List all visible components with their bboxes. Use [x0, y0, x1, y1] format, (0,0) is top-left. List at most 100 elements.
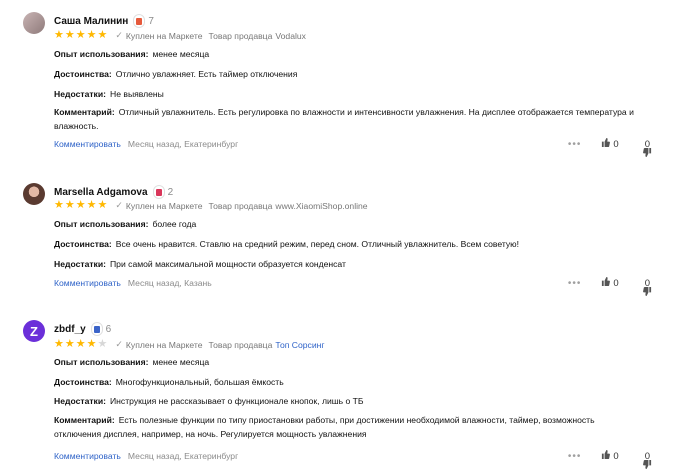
- verified-purchase-label: Куплен на Маркете: [125, 30, 203, 41]
- field-value: менее месяца: [152, 357, 210, 367]
- author-review-count: 6: [105, 323, 112, 335]
- field-value: При самой максимальной мощности образует…: [110, 259, 346, 269]
- verified-purchase-icon: ✓: [115, 30, 123, 40]
- field-value: Все очень нравится. Ставлю на средний ре…: [115, 239, 520, 249]
- author-name[interactable]: Саша Малинин: [54, 16, 128, 27]
- seller-name: www.XiaomiShop.online: [275, 200, 368, 211]
- thumbs-up-icon: [601, 277, 611, 289]
- like-button[interactable]: 0: [601, 277, 619, 289]
- badge-icon: [155, 188, 162, 196]
- review-field: Недостатки: Инструкция не рассказывает о …: [54, 394, 644, 408]
- comment-button[interactable]: Комментировать: [54, 451, 121, 461]
- review-actions: Комментировать Месяц назад, Казань ••• 0…: [54, 277, 651, 296]
- author-level-badge: [133, 14, 146, 28]
- verified-purchase-icon: ✓: [115, 339, 123, 349]
- vote-controls: ••• 0 0: [568, 277, 651, 296]
- field-label: Недостатки:: [54, 89, 106, 99]
- thumbs-down-icon: [633, 277, 651, 296]
- field-label: Недостатки:: [54, 396, 106, 406]
- author-name[interactable]: Marsella Adgamova: [54, 187, 148, 198]
- review-field: Опыт использования: более года: [54, 217, 644, 231]
- vote-controls: ••• 0 0: [568, 138, 651, 157]
- star-icon: ★: [75, 29, 86, 41]
- badge-icon: [136, 17, 143, 25]
- dislike-button[interactable]: 0: [633, 138, 651, 157]
- field-value: Инструкция не рассказывает о функционале…: [110, 396, 364, 406]
- field-value: Многофункциональный, большая ёмкость: [115, 377, 284, 387]
- avatar[interactable]: [23, 183, 45, 205]
- review-field: Недостатки: Не выявлены: [54, 87, 644, 101]
- star-icon: ★: [75, 338, 86, 350]
- author-level-badge: [152, 185, 165, 199]
- rating-stars: ★ ★ ★ ★ ★: [54, 339, 107, 350]
- field-value: Есть полезные функции по типу приостанов…: [54, 415, 595, 439]
- thumbs-up-icon: [601, 138, 611, 150]
- star-icon: ★: [75, 199, 86, 211]
- field-label: Достоинства:: [54, 69, 112, 79]
- review-meta-row: ★ ★ ★ ★ ★ ✓ Куплен на Маркете Товар продавца…: [54, 200, 368, 211]
- verified-purchase-icon: ✓: [115, 200, 123, 210]
- rating-stars: ★ ★ ★ ★ ★: [54, 200, 107, 211]
- star-icon: ★: [64, 338, 75, 350]
- review-field: Достоинства: Все очень нравится. Ставлю н…: [54, 237, 644, 251]
- star-icon: ★: [86, 199, 97, 211]
- author-review-count: 7: [148, 15, 154, 27]
- field-label: Опыт использования:: [54, 357, 149, 367]
- star-icon: ★: [86, 29, 97, 41]
- star-icon: ★: [64, 199, 75, 211]
- review-meta-row: ★ ★ ★ ★ ★ ✓ Куплен на Маркете Товар продавца…: [54, 30, 306, 41]
- more-options-icon[interactable]: •••: [568, 139, 582, 150]
- author-name[interactable]: zbdf_y: [54, 324, 86, 335]
- dislike-button[interactable]: 0: [633, 277, 651, 296]
- seller-label: Товар продавца: [208, 30, 273, 41]
- field-label: Достоинства:: [54, 377, 112, 387]
- review-actions: Комментировать Месяц назад, Екатеринбург…: [54, 450, 651, 469]
- review-field: Опыт использования: менее месяца: [54, 355, 644, 369]
- field-value: более года: [152, 219, 197, 229]
- verified-purchase-label: Куплен на Маркете: [125, 339, 203, 350]
- rating-stars: ★ ★ ★ ★ ★: [54, 30, 107, 41]
- review-header: zbdf_y 6: [54, 322, 111, 336]
- author-level-badge: [90, 322, 103, 336]
- review-field: Комментарий: Есть полезные функции по тип…: [54, 413, 644, 441]
- seller-label: Товар продавца: [208, 339, 273, 350]
- field-label: Достоинства:: [54, 239, 112, 249]
- author-review-count: 2: [167, 186, 174, 198]
- field-value: Не выявлены: [110, 89, 164, 99]
- star-icon: ★: [97, 29, 108, 41]
- avatar-letter-icon: Z: [30, 323, 38, 339]
- field-value: Отличный увлажнитель. Есть регулировка п…: [54, 107, 634, 131]
- star-icon: ★: [54, 338, 64, 350]
- more-options-icon[interactable]: •••: [568, 278, 582, 289]
- thumbs-down-icon: [633, 450, 651, 469]
- seller-name: Vodalux: [275, 30, 306, 41]
- more-options-icon[interactable]: •••: [568, 451, 582, 462]
- field-value: менее месяца: [152, 49, 210, 59]
- vote-controls: ••• 0 0: [568, 450, 651, 469]
- review-field: Достоинства: Многофункциональный, большая…: [54, 375, 644, 389]
- field-label: Опыт использования:: [54, 49, 149, 59]
- seller-name[interactable]: Топ Сорсинг: [275, 340, 324, 350]
- field-value: Отлично увлажняет. Есть таймер отключени…: [115, 69, 298, 79]
- review-actions: Комментировать Месяц назад, Екатеринбург…: [54, 138, 651, 157]
- badge-icon: [93, 325, 100, 333]
- review-date-location: Месяц назад, Екатеринбург: [127, 139, 239, 149]
- seller-label: Товар продавца: [208, 200, 273, 211]
- like-count: 0: [613, 450, 619, 462]
- star-icon: ★: [97, 199, 108, 211]
- review-date-location: Месяц назад, Екатеринбург: [127, 451, 239, 461]
- avatar[interactable]: [23, 12, 45, 34]
- comment-button[interactable]: Комментировать: [54, 139, 121, 149]
- like-button[interactable]: 0: [601, 138, 619, 150]
- like-button[interactable]: 0: [601, 450, 619, 462]
- dislike-button[interactable]: 0: [633, 450, 651, 469]
- review-header: Саша Малинин 7: [54, 14, 154, 28]
- star-icon: ★: [97, 338, 108, 350]
- review-meta-row: ★ ★ ★ ★ ★ ✓ Куплен на Маркете Товар продавца…: [54, 339, 325, 350]
- field-label: Опыт использования:: [54, 219, 149, 229]
- like-count: 0: [613, 138, 619, 150]
- avatar[interactable]: Z: [23, 320, 45, 342]
- comment-button[interactable]: Комментировать: [54, 278, 121, 288]
- review-header: Marsella Adgamova 2: [54, 185, 173, 199]
- field-label: Недостатки:: [54, 259, 106, 269]
